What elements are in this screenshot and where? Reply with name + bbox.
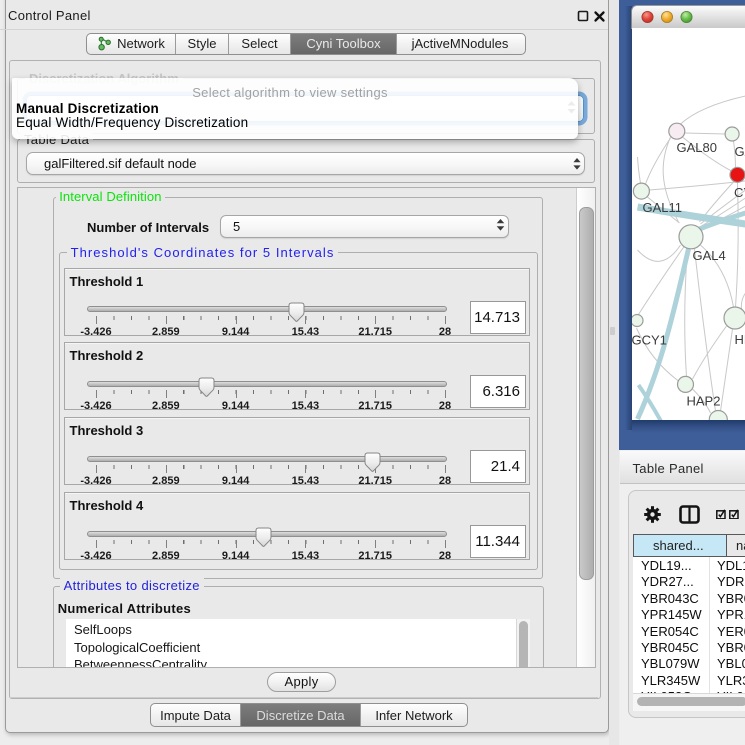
svg-text:GAL80: GAL80 [676, 140, 716, 155]
svg-text:GAL1: GAL1 [734, 144, 745, 159]
svg-text:HAP2: HAP2 [686, 394, 720, 409]
svg-text:HE: HE [734, 332, 745, 347]
svg-text:CY: CY [734, 185, 745, 200]
svg-text:GAL4: GAL4 [692, 248, 725, 263]
svg-text:GAL11: GAL11 [642, 200, 682, 215]
svg-text:GCY1: GCY1 [632, 333, 667, 348]
